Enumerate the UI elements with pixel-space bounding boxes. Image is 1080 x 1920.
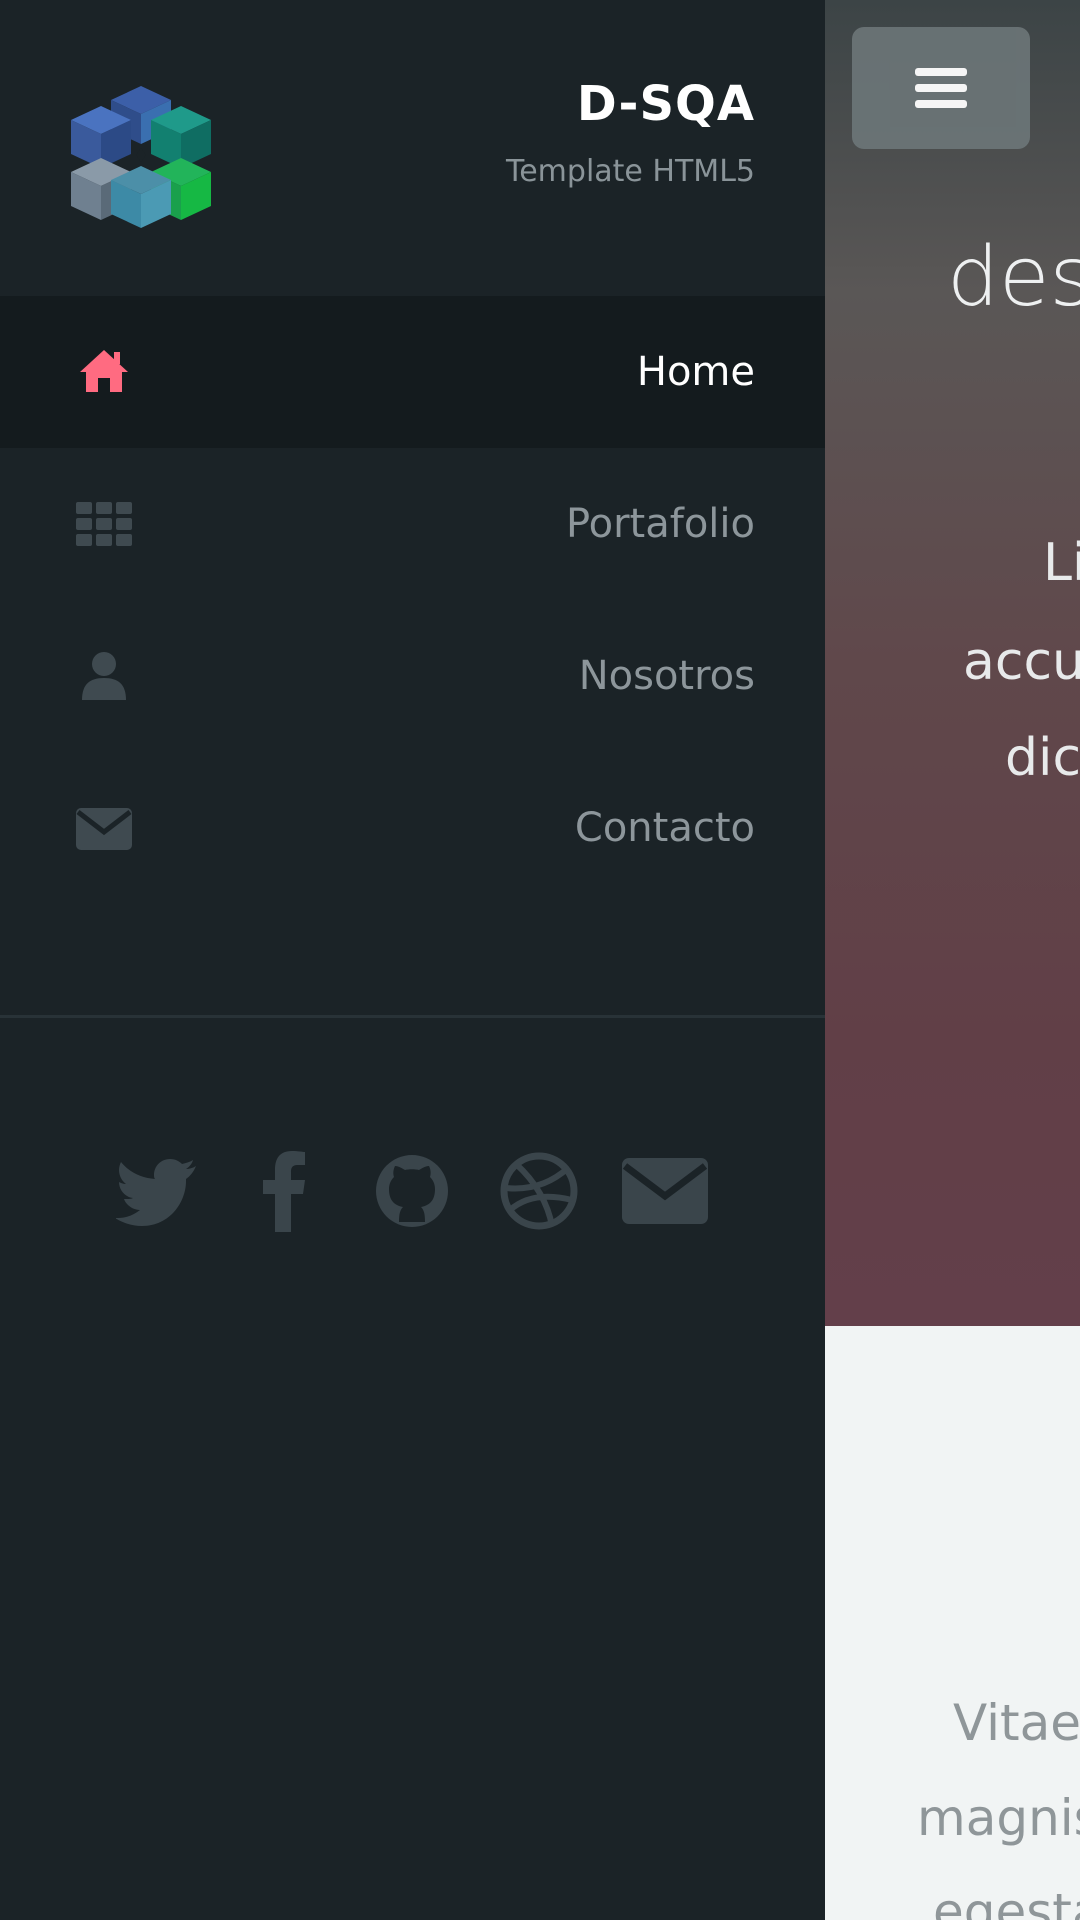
grid-icon — [76, 502, 132, 546]
sidebar-item-portafolio[interactable]: Portafolio — [0, 448, 825, 600]
hero-text-line: dict — [1005, 728, 1080, 788]
brand-subtitle: Template HTML5 — [506, 154, 755, 189]
sidebar-item-home[interactable]: Home — [0, 296, 825, 448]
sidebar-item-label: Home — [636, 349, 755, 395]
envelope-icon — [76, 808, 132, 850]
sidebar-item-nosotros[interactable]: Nosotros — [0, 600, 825, 752]
hero-section: desa Li accur dict — [825, 0, 1080, 1326]
section-text-line: magnis — [917, 1789, 1080, 1847]
github-icon[interactable] — [369, 1148, 455, 1234]
sidebar-item-contacto[interactable]: Contacto — [0, 752, 825, 904]
section-text-line: Vitae — [953, 1694, 1080, 1752]
hero-text-line: accur — [963, 632, 1080, 692]
home-icon — [80, 350, 128, 392]
hero-text-line: Li — [1043, 533, 1080, 593]
divider — [0, 1015, 825, 1018]
envelope-icon[interactable] — [622, 1148, 708, 1234]
user-icon — [82, 652, 126, 700]
facebook-icon[interactable] — [243, 1148, 329, 1234]
dribbble-icon[interactable] — [496, 1148, 582, 1234]
sidebar: D-SQA Template HTML5 Home Portafolio Nos… — [0, 0, 825, 1920]
content-section: Vitae magnis egesta — [825, 1326, 1080, 1920]
sidebar-nav: Home Portafolio Nosotros Contacto — [0, 296, 825, 904]
hamburger-icon — [915, 68, 967, 108]
brand-title: D-SQA — [576, 76, 755, 132]
brand-header: D-SQA Template HTML5 — [0, 0, 825, 296]
main-content: desa Li accur dict Vitae magnis egesta — [825, 0, 1080, 1920]
menu-toggle-button[interactable] — [852, 27, 1030, 149]
hero-title: desa — [947, 230, 1080, 325]
section-text-line: egesta — [933, 1883, 1080, 1920]
twitter-icon[interactable] — [116, 1148, 202, 1234]
cube-logo — [71, 86, 211, 228]
sidebar-item-label: Contacto — [574, 805, 755, 851]
sidebar-item-label: Portafolio — [565, 501, 755, 547]
social-links — [0, 1148, 825, 1234]
sidebar-item-label: Nosotros — [578, 653, 755, 699]
